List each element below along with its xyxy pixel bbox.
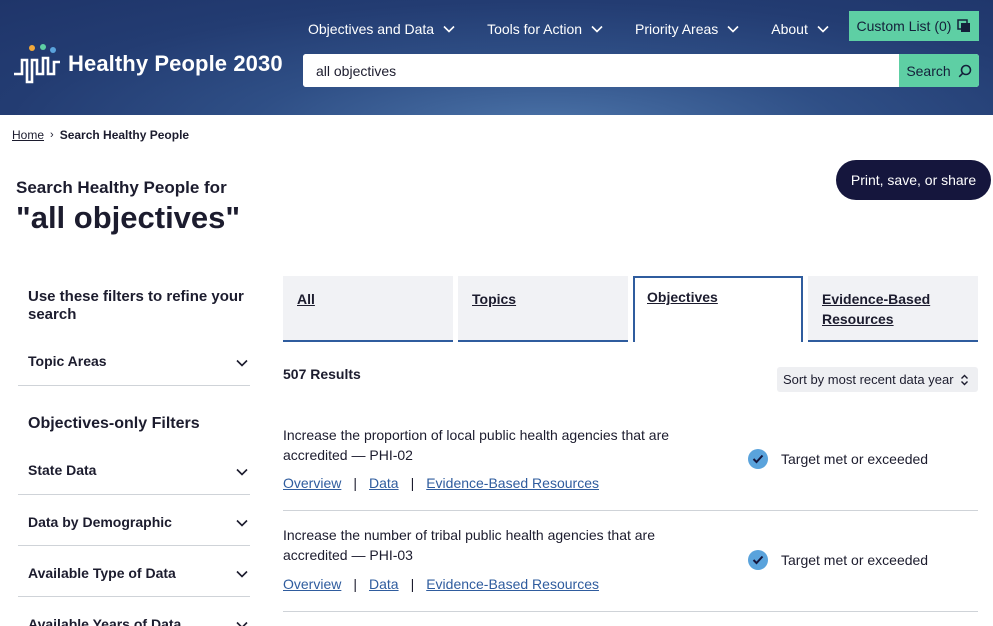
result-links: Overview | Data | Evidence-Based Resourc… (283, 475, 599, 491)
search-icon (958, 64, 971, 77)
search-button[interactable]: Search (899, 54, 979, 87)
nav-priority-areas[interactable]: Priority Areas (635, 18, 739, 40)
nav-about[interactable]: About (771, 18, 829, 40)
breadcrumb: Home › Search Healthy People (12, 128, 189, 142)
filter-label: Available Type of Data (28, 565, 176, 581)
result-item: Increase the number of tribal public hea… (283, 511, 978, 612)
result-description: Increase the number of tribal public hea… (283, 527, 656, 563)
print-save-share-button[interactable]: Print, save, or share (836, 160, 991, 200)
link-divider: | (353, 475, 357, 491)
result-data-link[interactable]: Data (369, 475, 399, 491)
logo-icon (14, 44, 60, 84)
chevron-down-icon (236, 621, 248, 626)
filter-available-years-of-data[interactable]: Available Years of Data (18, 607, 250, 626)
objectives-filters-heading: Objectives-only Filters (28, 415, 200, 432)
tab-all[interactable]: All (283, 276, 453, 342)
breadcrumb-current: Search Healthy People (59, 128, 190, 142)
tab-label: Topics (472, 291, 517, 307)
tab-label: Objectives (647, 289, 718, 305)
result-overview-link[interactable]: Overview (283, 576, 341, 592)
link-divider: | (410, 475, 415, 491)
chevron-down-icon (236, 468, 248, 476)
search-input[interactable] (303, 54, 899, 87)
result-data-link[interactable]: Data (369, 576, 399, 592)
result-links: Overview | Data | Evidence-Based Resourc… (283, 576, 599, 592)
nav-label: Tools for Action (487, 21, 583, 37)
copy-icon (957, 19, 971, 32)
logo[interactable]: Healthy People 2030 (12, 44, 283, 84)
sort-select[interactable]: Sort by most recent data year (777, 367, 978, 392)
tab-label: All (297, 291, 315, 307)
filter-topic-areas[interactable]: Topic Areas (18, 345, 250, 386)
search-button-label: Search (906, 62, 951, 79)
check-circle-icon (748, 449, 768, 469)
chevron-down-icon (443, 25, 455, 33)
result-item: Increase the proportion of local public … (283, 418, 978, 511)
chevron-down-icon (236, 359, 248, 367)
nav-label: Objectives and Data (308, 21, 435, 37)
result-overview-link[interactable]: Overview (283, 475, 341, 491)
tab-topics[interactable]: Topics (458, 276, 628, 342)
breadcrumb-separator-icon: › (50, 129, 54, 141)
page-pre-title: Search Healthy People for (16, 178, 227, 197)
nav-label: Priority Areas (635, 21, 719, 37)
result-status: Target met or exceeded (748, 449, 928, 469)
filter-label: Topic Areas (28, 353, 107, 369)
tab-objectives[interactable]: Objectives (633, 276, 803, 342)
link-divider: | (353, 576, 357, 592)
result-ebr-link[interactable]: Evidence-Based Resources (426, 475, 599, 491)
result-status: Target met or exceeded (748, 550, 928, 570)
result-ebr-link[interactable]: Evidence-Based Resources (426, 576, 599, 592)
check-circle-icon (748, 550, 768, 570)
filters-heading: Use these filters to refine your search (28, 288, 244, 323)
filter-label: Available Years of Data (28, 616, 182, 626)
sort-select-value: Sort by most recent data year (783, 372, 954, 387)
link-divider: | (410, 576, 415, 592)
breadcrumb-home-link[interactable]: Home (12, 128, 44, 142)
results-count: 507 Results (283, 366, 361, 382)
result-status-label: Target met or exceeded (781, 451, 929, 467)
search-bar: Search (303, 54, 979, 87)
filter-available-type-of-data[interactable]: Available Type of Data (18, 556, 250, 597)
chevron-down-icon (236, 570, 248, 578)
site-header: Healthy People 2030 Objectives and Data … (0, 0, 993, 115)
page-title: "all objectives" (16, 200, 241, 235)
chevron-down-icon (591, 25, 603, 33)
updown-chevron-icon (960, 374, 968, 385)
filter-data-by-demographic[interactable]: Data by Demographic (18, 505, 250, 546)
custom-list-button[interactable]: Custom List (0) (849, 11, 979, 41)
filter-state-data[interactable]: State Data (18, 454, 250, 495)
result-description: Increase the proportion of local public … (283, 427, 670, 463)
chevron-down-icon (236, 519, 248, 527)
tab-label: Evidence-Based Resources (822, 291, 931, 327)
filter-label: Data by Demographic (28, 514, 172, 530)
chevron-down-icon (817, 25, 829, 33)
tab-evidence-based-resources[interactable]: Evidence-Based Resources (808, 276, 978, 342)
result-status-label: Target met or exceeded (781, 552, 929, 568)
chevron-down-icon (727, 25, 739, 33)
logo-text: Healthy People 2030 (68, 51, 283, 76)
nav-label: About (771, 21, 808, 37)
nav-objectives-and-data[interactable]: Objectives and Data (308, 18, 455, 40)
nav-tools-for-action[interactable]: Tools for Action (487, 18, 603, 40)
filter-label: State Data (28, 462, 97, 478)
main-nav: Objectives and Data Tools for Action Pri… (308, 18, 861, 40)
custom-list-label: Custom List (0) (856, 18, 952, 34)
